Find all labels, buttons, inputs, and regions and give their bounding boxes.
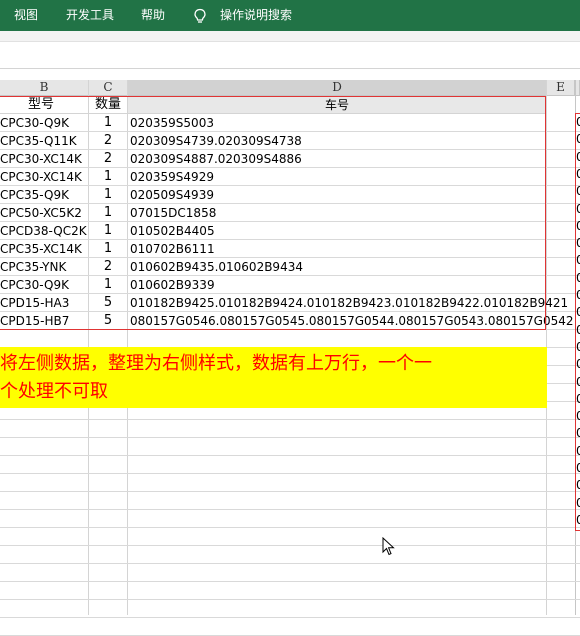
col-header-e[interactable]: E [547,80,575,96]
grid-hline [0,509,580,510]
grid-hline [0,491,580,492]
tab-developer[interactable]: 开发工具 [66,0,114,31]
note-line-1: 将左侧数据，整理为右侧样式，数据有上万行，一个一 [0,353,432,374]
tab-view[interactable]: 视图 [14,0,38,31]
grid-hline [0,563,580,564]
note-line-2: 个处理不可取 [0,381,108,402]
col-header-d[interactable]: D [128,80,547,96]
ribbon-bar: 视图 开发工具 帮助 操作说明搜索 [0,0,580,31]
lightbulb-icon[interactable] [193,8,207,24]
formula-bar[interactable] [0,41,580,69]
grid-hline [0,437,580,438]
grid-hline [0,473,580,474]
target-range-border [575,113,580,531]
source-range-border [0,96,546,330]
grid-hline [0,527,580,528]
tell-me-search[interactable]: 操作说明搜索 [220,0,292,31]
grid-hline [0,419,580,420]
col-header-b[interactable]: B [0,80,89,96]
grid-hline [0,545,580,546]
grid-hline [0,617,580,618]
grid-hline [0,599,580,600]
col-header-c[interactable]: C [89,80,128,96]
instruction-note[interactable]: 将左侧数据，整理为右侧样式，数据有上万行，一个一 个处理不可取 [0,347,547,408]
ribbon-strip [0,31,580,41]
mouse-cursor-icon [382,537,395,556]
tab-help[interactable]: 帮助 [141,0,165,31]
grid-hline [0,581,580,582]
grid-hline [0,455,580,456]
